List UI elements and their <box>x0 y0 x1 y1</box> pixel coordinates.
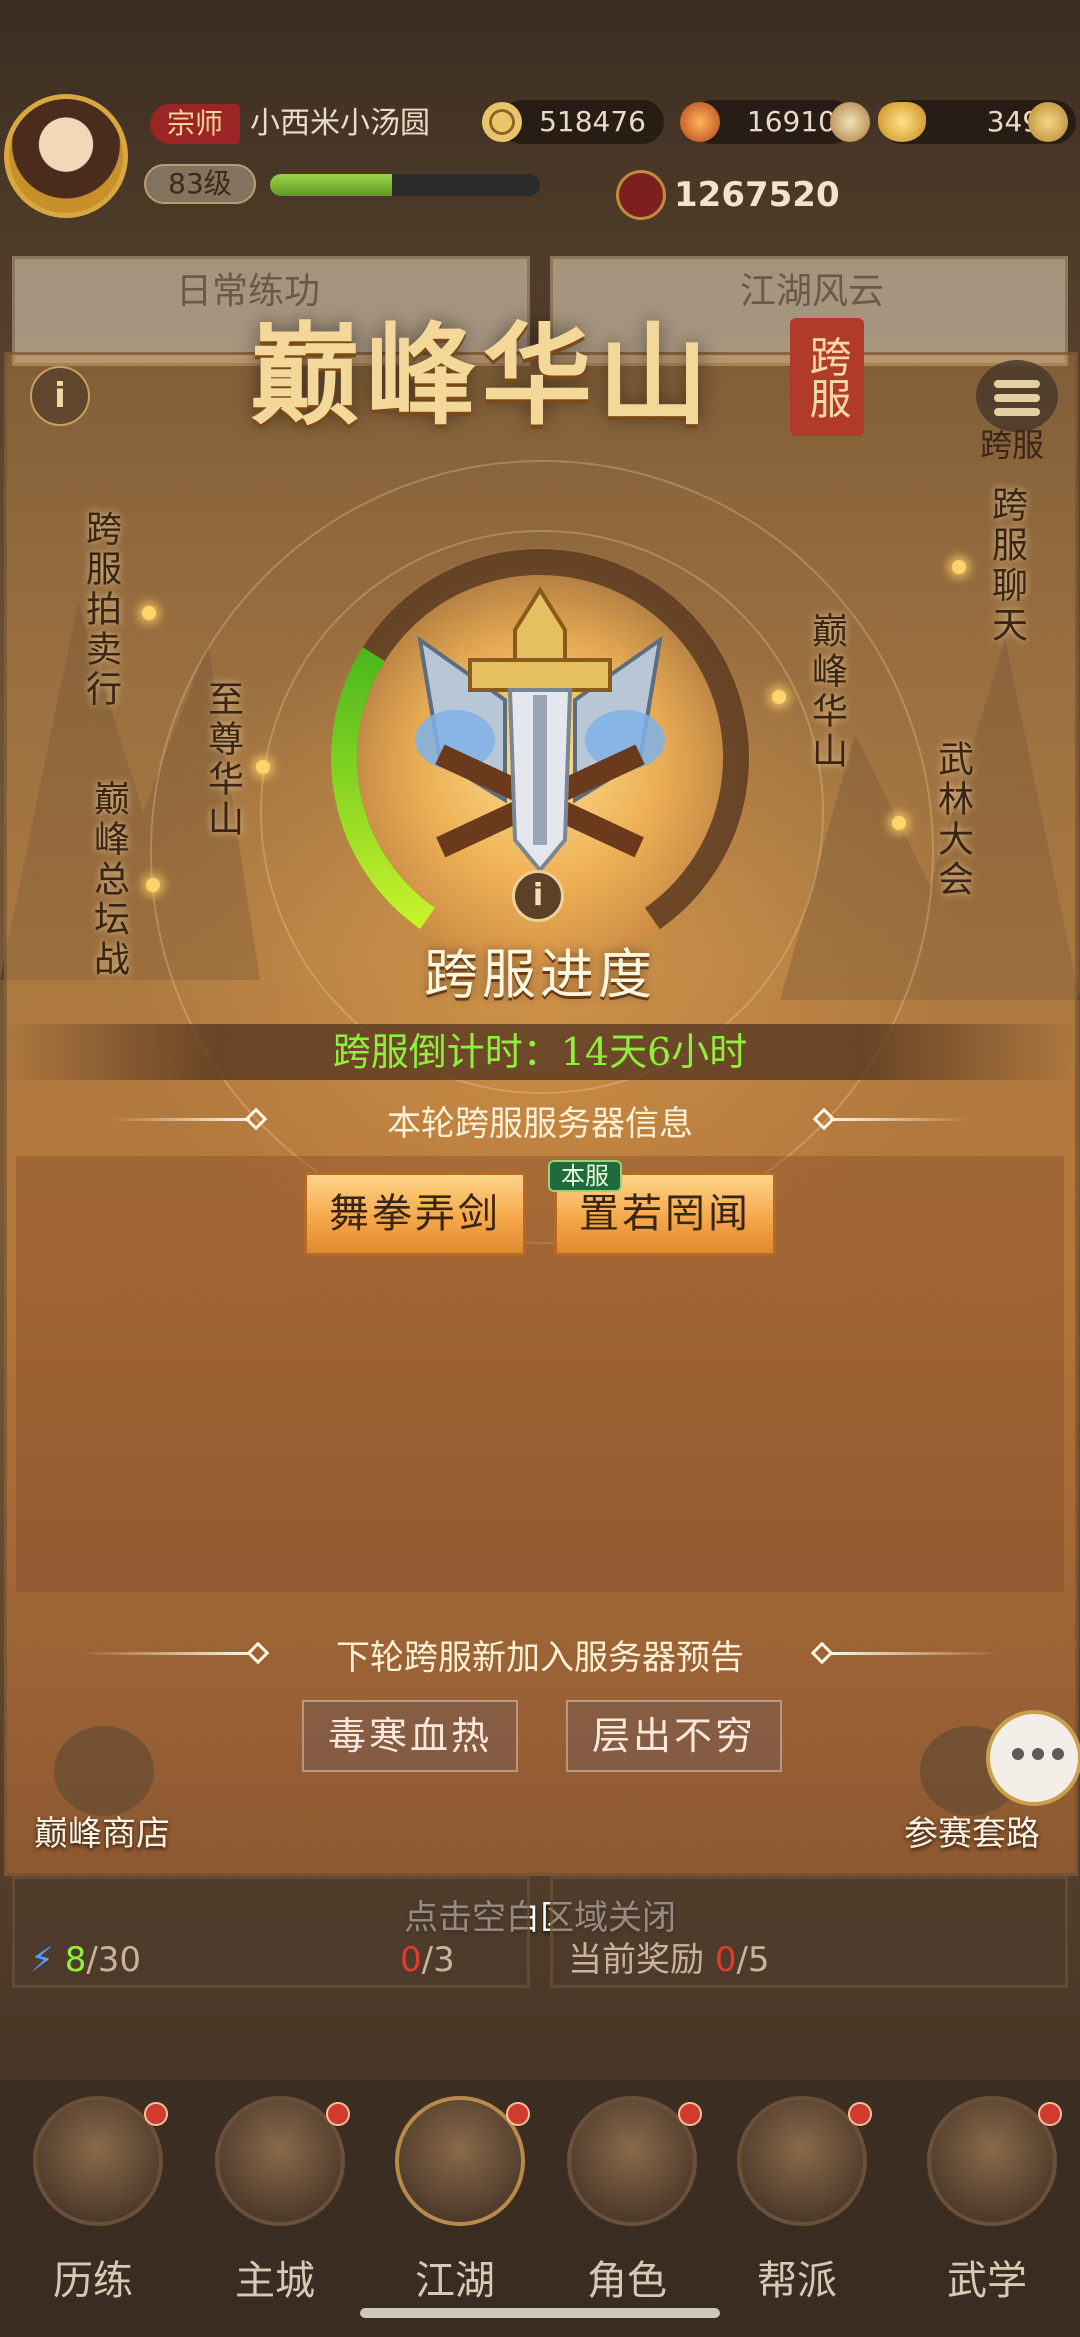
node-cross-chat-dot <box>952 560 966 574</box>
next-server-1: 毒寒血热 <box>302 1700 518 1772</box>
item-stat: 0/3 <box>400 1930 455 1990</box>
cross-server-seal: 跨服 <box>790 318 864 436</box>
server-button-1[interactable]: 舞拳弄剑 <box>304 1172 526 1256</box>
info-button[interactable]: i <box>30 366 90 426</box>
node-supreme-huashan-dot <box>256 760 270 774</box>
server-info-area <box>16 1156 1064 1592</box>
node-peak-huashan[interactable]: 巅峰华山 <box>800 612 852 772</box>
next-line-right <box>830 1652 1000 1655</box>
nav-label: 主城 <box>235 2258 315 2304</box>
nav-training[interactable]: 历练 <box>18 2096 168 2304</box>
chat-dot-1 <box>1012 1748 1024 1760</box>
nav-martial-arts[interactable]: 武学 <box>912 2096 1062 2304</box>
node-auction-dot <box>142 606 156 620</box>
chat-dot-2 <box>1032 1748 1044 1760</box>
reward-stat: 当前奖励 0/5 <box>568 1930 770 1990</box>
nav-guild[interactable]: 帮派 <box>722 2096 872 2304</box>
modal-title: 巅峰华山 <box>250 311 714 440</box>
notification-dot <box>506 2102 530 2126</box>
nav-label: 帮派 <box>757 2258 837 2304</box>
node-auction[interactable]: 跨服拍卖行 <box>74 510 126 710</box>
reward-max: /5 <box>736 1940 770 1980</box>
exp-bar <box>270 174 540 196</box>
next-server-2: 层出不穷 <box>566 1700 782 1772</box>
home-indicator[interactable] <box>360 2308 720 2318</box>
node-peak-huashan-dot <box>772 690 786 704</box>
node-peak-altar-war-dot <box>146 878 160 892</box>
home-server-tag: 本服 <box>548 1160 622 1192</box>
nav-label: 角色 <box>587 2258 667 2304</box>
energy-max: /30 <box>86 1940 142 1980</box>
level-pill: 83级 <box>144 164 256 204</box>
add-gold-icon[interactable] <box>1028 102 1068 142</box>
power-icon <box>616 170 666 220</box>
rank-badge: 宗师 <box>150 104 240 144</box>
copper-resource[interactable]: 518476 <box>500 100 664 144</box>
item-max: /3 <box>421 1940 455 1980</box>
menu-label: 跨服 <box>980 426 1045 464</box>
notification-dot <box>326 2102 350 2126</box>
nav-character[interactable]: 角色 <box>552 2096 702 2304</box>
exp-fill <box>270 174 392 196</box>
energy-stat: ⚡ 8/30 <box>30 1930 141 1990</box>
node-wulin-conference-dot <box>892 816 906 830</box>
notification-dot <box>678 2102 702 2126</box>
player-avatar[interactable] <box>4 94 128 218</box>
chat-button[interactable] <box>986 1710 1080 1806</box>
chat-dot-3 <box>1052 1748 1064 1760</box>
notification-dot <box>144 2102 168 2126</box>
energy-value: 8 <box>64 1940 87 1980</box>
node-supreme-huashan[interactable]: 至尊华山 <box>196 680 248 840</box>
node-wulin-conference[interactable]: 武林大会 <box>926 740 978 900</box>
nav-city[interactable]: 主城 <box>200 2096 350 2304</box>
reward-label: 当前奖励 <box>568 1940 704 1980</box>
nav-label: 历练 <box>53 2258 133 2304</box>
item-count: 0 <box>400 1940 422 1980</box>
notification-dot <box>1038 2102 1062 2126</box>
power-value: 1267520 <box>674 175 840 215</box>
lightning-icon: ⚡ <box>30 1940 54 1980</box>
gem-icon <box>680 102 720 142</box>
copper-coin-icon <box>482 102 522 142</box>
peak-shop-button[interactable]: 巅峰商店 <box>34 1806 170 1855</box>
entry-routine-button[interactable]: 参赛套路 <box>904 1806 1040 1855</box>
node-cross-chat[interactable]: 跨服聊天 <box>980 486 1032 646</box>
section-line-right <box>830 1118 970 1121</box>
nav-label: 江湖 <box>415 2258 495 2304</box>
countdown-text: 跨服倒计时：14天6小时 <box>332 1030 748 1074</box>
jianghu-title: 江湖风云 <box>740 271 885 312</box>
peak-shop-icon <box>54 1726 154 1816</box>
reward-count: 0 <box>714 1940 737 1980</box>
add-gem-icon[interactable] <box>830 102 870 142</box>
notification-dot <box>848 2102 872 2126</box>
player-name: 小西米小汤圆 <box>250 106 430 141</box>
gold-ingot-icon <box>878 102 926 142</box>
menu-icon <box>994 380 1040 422</box>
nav-jianghu[interactable]: 江湖 <box>380 2096 530 2304</box>
progress-info-icon[interactable]: i <box>512 870 564 922</box>
nav-label: 武学 <box>947 2258 1027 2304</box>
progress-label: 跨服进度 <box>424 943 656 1006</box>
